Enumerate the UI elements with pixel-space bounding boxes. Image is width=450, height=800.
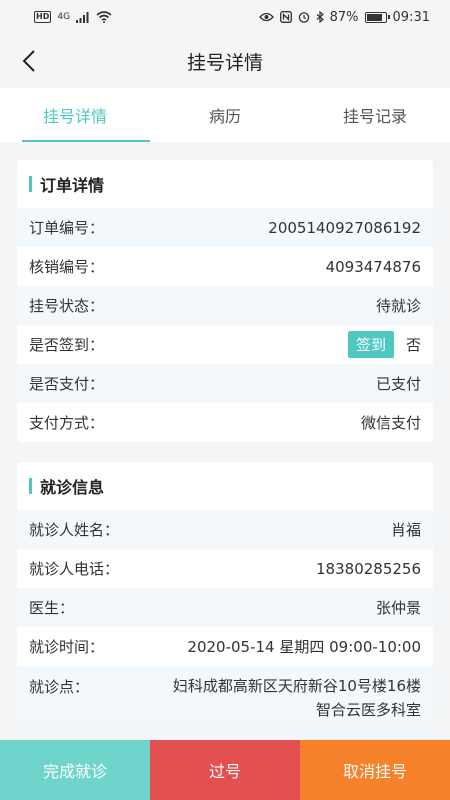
visit-location-row: 就诊点： 妇科成都高新区天府新谷10号楼16楼智合云医多科室 <box>17 666 433 722</box>
patient-phone-row: 就诊人电话： 18380285256 <box>17 549 433 588</box>
tab-medical-record[interactable]: 病历 <box>150 88 300 142</box>
payment-method-value: 微信支付 <box>360 414 421 432</box>
card-title: 就诊信息 <box>17 462 433 510</box>
back-button[interactable] <box>16 47 42 75</box>
row-label: 核销编号： <box>29 258 105 276</box>
row-label: 就诊人电话： <box>29 560 120 578</box>
patient-phone-value: 18380285256 <box>316 559 421 578</box>
row-label: 就诊人姓名： <box>29 521 120 539</box>
row-label: 就诊点： <box>29 678 90 696</box>
page-header: 挂号详情 <box>0 34 450 88</box>
sign-in-value: 否 <box>405 336 421 354</box>
patient-name-value: 肖福 <box>390 521 421 539</box>
registration-status-row: 挂号状态： 待就诊 <box>17 286 433 325</box>
bottom-action-bar: 完成就诊 过号 取消挂号 <box>0 740 450 800</box>
visit-time-row: 就诊时间： 2020-05-14 星期四 09:00-10:00 <box>17 627 433 666</box>
card-title-text: 就诊信息 <box>40 478 105 497</box>
doctor-value: 张仲景 <box>375 599 421 617</box>
accent-bar <box>29 478 32 494</box>
network-type: 4G <box>57 12 71 22</box>
status-bar: HD 4G 87% 09:31 <box>0 0 450 34</box>
order-number-value: 2005140927086192 <box>268 218 421 237</box>
row-label: 支付方式： <box>29 414 105 432</box>
visit-info-card: 就诊信息 就诊人姓名： 肖福 就诊人电话： 18380285256 医生： 张仲… <box>17 462 433 722</box>
pass-number-button[interactable]: 过号 <box>150 740 300 800</box>
cancel-registration-button[interactable]: 取消挂号 <box>300 740 450 800</box>
complete-visit-button[interactable]: 完成就诊 <box>0 740 150 800</box>
battery-icon <box>364 11 390 23</box>
tab-registration-history[interactable]: 挂号记录 <box>300 88 450 142</box>
clock: 09:31 <box>392 9 430 25</box>
row-label: 订单编号： <box>29 219 105 237</box>
page-title: 挂号详情 <box>186 51 263 74</box>
card-title-text: 订单详情 <box>40 176 105 195</box>
row-label: 医生： <box>29 599 75 617</box>
payment-status-row: 是否支付： 已支付 <box>17 364 433 403</box>
tab-registration-detail[interactable]: 挂号详情 <box>0 88 150 142</box>
sign-in-group: 签到 否 <box>347 331 421 358</box>
sign-in-row: 是否签到： 签到 否 <box>17 325 433 364</box>
doctor-row: 医生： 张仲景 <box>17 588 433 627</box>
payment-method-row: 支付方式： 微信支付 <box>17 403 433 442</box>
card-title: 订单详情 <box>17 160 433 208</box>
visit-time-value: 2020-05-14 星期四 09:00-10:00 <box>187 638 421 656</box>
row-label: 是否签到： <box>29 336 105 354</box>
hd-icon: HD <box>34 11 52 23</box>
order-detail-card: 订单详情 订单编号： 2005140927086192 核销编号： 409347… <box>17 160 433 442</box>
registration-status-value: 待就诊 <box>375 297 421 315</box>
bluetooth-icon <box>316 11 324 23</box>
alarm-icon <box>298 12 309 23</box>
wifi-icon <box>96 11 112 23</box>
visit-location-value: 妇科成都高新区天府新谷10号楼16楼智合云医多科室 <box>172 677 421 719</box>
payment-status-value: 已支付 <box>375 375 421 393</box>
signal-icon <box>76 11 89 23</box>
accent-bar <box>29 176 32 192</box>
battery-percent: 87% <box>329 9 359 25</box>
verification-number-row: 核销编号： 4093474876 <box>17 247 433 286</box>
tab-bar: 挂号详情 病历 挂号记录 <box>0 88 450 142</box>
chevron-left-icon <box>22 50 35 72</box>
eye-icon <box>258 12 274 22</box>
nfc-icon <box>279 11 292 23</box>
row-label: 挂号状态： <box>29 297 105 315</box>
sign-in-button[interactable]: 签到 <box>347 331 394 358</box>
row-label: 是否支付： <box>29 375 105 393</box>
order-number-row: 订单编号： 2005140927086192 <box>17 208 433 247</box>
patient-name-row: 就诊人姓名： 肖福 <box>17 510 433 549</box>
row-label: 就诊时间： <box>29 638 105 656</box>
verification-number-value: 4093474876 <box>325 257 421 276</box>
